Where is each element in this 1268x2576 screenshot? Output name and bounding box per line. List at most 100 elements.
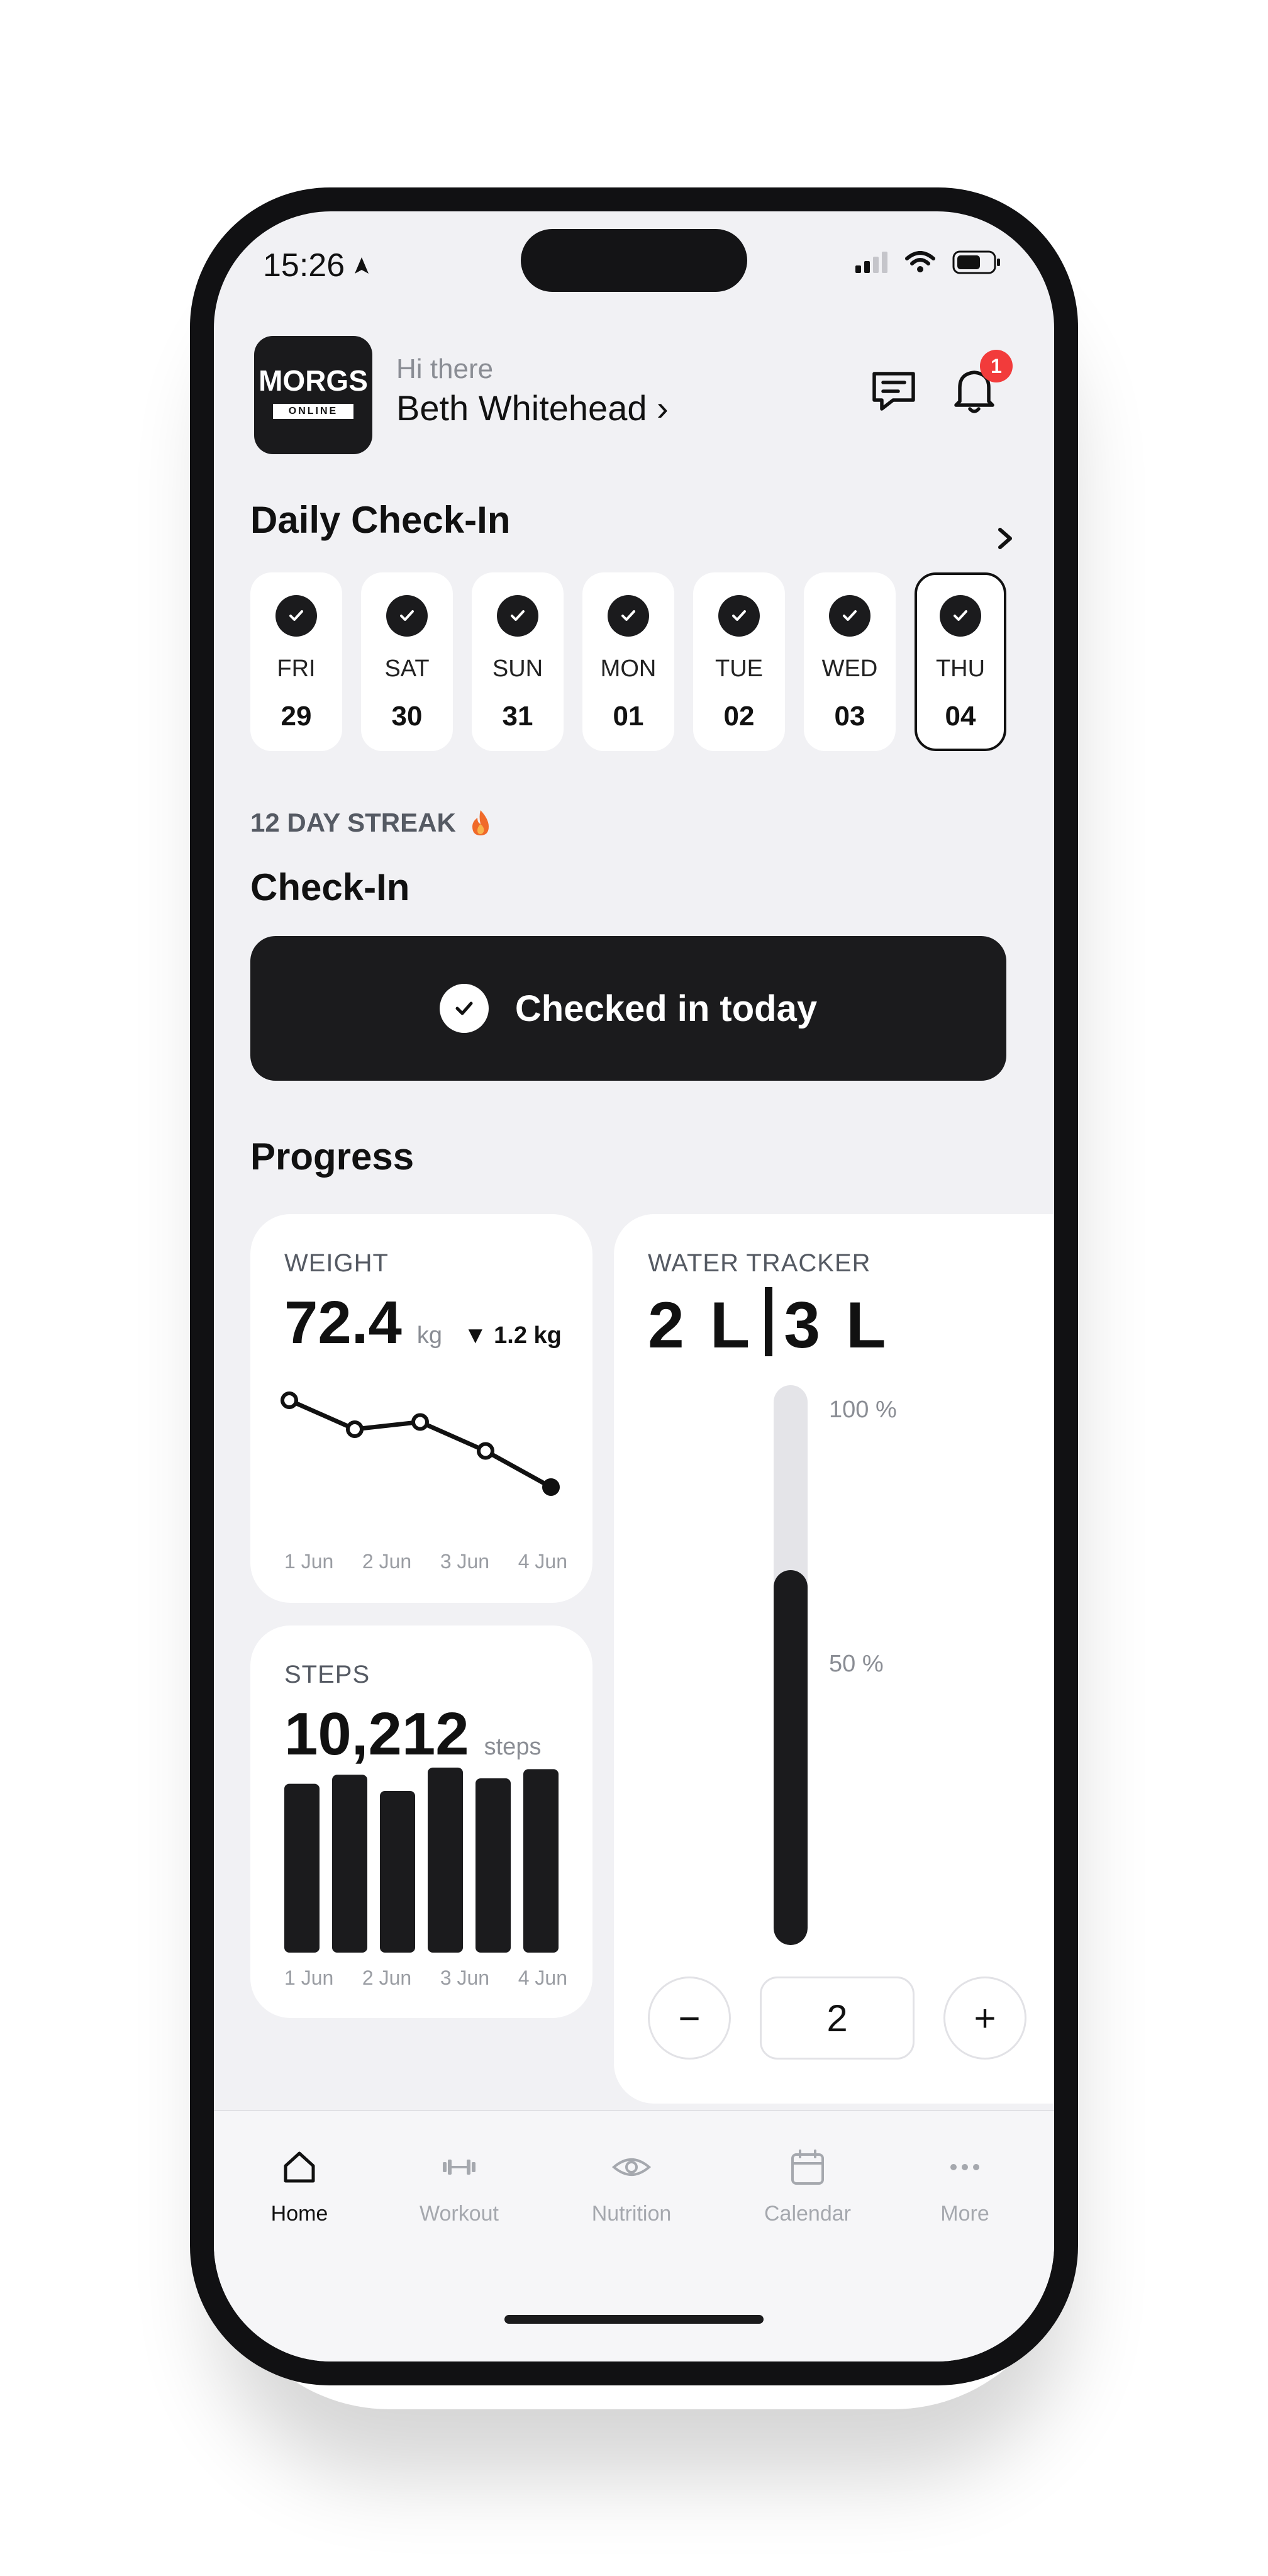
x-label: 1 Jun bbox=[284, 1550, 334, 1573]
tab-nutrition[interactable]: Nutrition bbox=[569, 2144, 694, 2226]
weight-card[interactable]: WEIGHT 72.4 kg ▼ 1.2 kg 1 Jun 2 Jun 3 Ju… bbox=[250, 1214, 592, 1603]
weight-x-axis: 1 Jun 2 Jun 3 Jun 4 Jun bbox=[284, 1550, 567, 1573]
water-decrement-button[interactable]: − bbox=[648, 1977, 731, 2060]
weight-value: 72.4 bbox=[284, 1289, 402, 1356]
day-number: 03 bbox=[834, 701, 865, 732]
tab-calendar[interactable]: Calendar bbox=[745, 2144, 870, 2226]
notification-badge: 1 bbox=[980, 350, 1013, 382]
x-label: 3 Jun bbox=[440, 1550, 490, 1573]
steps-bar bbox=[380, 1791, 415, 1953]
steps-value: 10,212 bbox=[284, 1700, 469, 1768]
check-icon bbox=[829, 595, 870, 637]
steps-value-row: 10,212 steps bbox=[284, 1700, 541, 1769]
day-strip: FRI 29 SAT 30 SUN 31 MON 01 TUE 02 WED 0… bbox=[250, 572, 1006, 751]
steps-x-axis: 1 Jun 2 Jun 3 Jun 4 Jun bbox=[284, 1966, 567, 1990]
water-divider bbox=[765, 1287, 773, 1356]
day-card-sat[interactable]: SAT 30 bbox=[361, 572, 453, 751]
x-label: 2 Jun bbox=[362, 1550, 412, 1573]
app-screen: 15:26 MORGS ONLINE Hi there Beth Whitehe… bbox=[214, 211, 1054, 2361]
tab-home[interactable]: Home bbox=[236, 2144, 362, 2226]
steps-bar bbox=[428, 1767, 463, 1953]
chevron-right-icon bbox=[998, 528, 1012, 549]
check-icon bbox=[275, 595, 317, 637]
tab-home-label: Home bbox=[270, 2202, 328, 2226]
dynamic-island bbox=[521, 229, 747, 292]
day-name: WED bbox=[821, 655, 878, 682]
cellular-signal-icon bbox=[855, 252, 887, 273]
pct-50-label: 50 % bbox=[829, 1651, 884, 1677]
check-icon bbox=[718, 595, 760, 637]
water-tracker-card: WATER TRACKER 2 L 3 L 100 % 50 % − 2 + bbox=[614, 1214, 1054, 2104]
steps-unit: steps bbox=[484, 1734, 542, 1760]
status-icons bbox=[855, 250, 1001, 274]
water-value: 2 L 3 L bbox=[648, 1287, 890, 1363]
phone-frame: 15:26 MORGS ONLINE Hi there Beth Whitehe… bbox=[190, 187, 1078, 2385]
water-progress-track bbox=[774, 1385, 808, 1945]
x-label: 4 Jun bbox=[518, 1966, 567, 1989]
home-indicator[interactable] bbox=[504, 2315, 764, 2324]
weight-unit: kg bbox=[416, 1322, 442, 1349]
steps-bar bbox=[523, 1769, 559, 1953]
day-card-mon[interactable]: MON 01 bbox=[582, 572, 674, 751]
day-name: SAT bbox=[384, 655, 430, 682]
water-increment-button[interactable]: + bbox=[943, 1977, 1026, 2060]
logo-brand-text: MORGS bbox=[259, 364, 368, 397]
tab-workout-label: Workout bbox=[420, 2202, 499, 2226]
dumbbell-icon bbox=[443, 2160, 476, 2175]
day-card-sun[interactable]: SUN 31 bbox=[472, 572, 564, 751]
battery-icon bbox=[952, 250, 1000, 274]
check-icon bbox=[940, 595, 981, 637]
water-stepper-value[interactable]: 2 bbox=[760, 1977, 915, 2060]
x-label: 2 Jun bbox=[362, 1966, 412, 1989]
daily-checkin-title: Daily Check-In bbox=[250, 499, 511, 541]
profile-link[interactable]: Beth Whitehead › bbox=[396, 388, 669, 428]
check-icon bbox=[608, 595, 649, 637]
status-time: 15:26 bbox=[263, 247, 370, 284]
steps-card[interactable]: STEPS 10,212 steps 1 Jun 2 Jun 3 Jun 4 J… bbox=[250, 1625, 592, 2018]
water-goal: 3 L bbox=[784, 1289, 890, 1362]
x-label: 1 Jun bbox=[284, 1966, 334, 1989]
wifi-icon bbox=[905, 251, 935, 272]
day-card-tue[interactable]: TUE 02 bbox=[693, 572, 785, 751]
day-number: 29 bbox=[281, 701, 312, 732]
home-icon bbox=[284, 2151, 315, 2183]
weight-value-row: 72.4 kg ▼ 1.2 kg bbox=[284, 1288, 562, 1358]
daily-checkin-chevron-button[interactable] bbox=[991, 520, 1019, 557]
tab-more[interactable]: More bbox=[902, 2144, 1028, 2226]
location-arrow-icon bbox=[355, 257, 369, 274]
steps-bar bbox=[476, 1778, 511, 1953]
flame-icon bbox=[472, 810, 489, 835]
app-logo[interactable]: MORGS ONLINE bbox=[254, 336, 372, 454]
x-label: 4 Jun bbox=[518, 1550, 567, 1573]
notifications-button[interactable]: 1 bbox=[946, 350, 1013, 419]
day-name: TUE bbox=[715, 655, 763, 682]
chat-icon bbox=[872, 372, 915, 411]
steps-bar bbox=[332, 1775, 367, 1953]
status-time-text: 15:26 bbox=[263, 247, 345, 284]
calendar-icon bbox=[791, 2149, 824, 2185]
day-card-wed[interactable]: WED 03 bbox=[804, 572, 896, 751]
checked-in-label: Checked in today bbox=[514, 988, 818, 1029]
day-number: 04 bbox=[945, 701, 976, 732]
tab-nutrition-label: Nutrition bbox=[591, 2202, 672, 2226]
weight-point bbox=[411, 1413, 429, 1431]
day-name: SUN bbox=[492, 655, 543, 682]
weight-change: ▼ 1.2 kg bbox=[463, 1322, 562, 1349]
steps-bar-chart bbox=[284, 1767, 559, 1953]
bottom-tab-bar: Home Workout Nutrition Calendar More bbox=[214, 2110, 1054, 2361]
day-name: FRI bbox=[277, 655, 316, 682]
weight-point bbox=[281, 1391, 298, 1409]
checked-in-button[interactable]: Checked in today bbox=[250, 936, 1006, 1081]
pct-100-label: 100 % bbox=[829, 1397, 897, 1423]
tab-more-label: More bbox=[940, 2202, 989, 2226]
day-card-thu-today[interactable]: THU 04 bbox=[915, 572, 1006, 751]
progress-title: Progress bbox=[250, 1135, 414, 1178]
steps-label: STEPS bbox=[284, 1661, 370, 1688]
day-name: THU bbox=[935, 655, 986, 682]
water-progress-fill bbox=[774, 1570, 808, 1945]
tab-calendar-label: Calendar bbox=[764, 2202, 851, 2226]
messages-button[interactable] bbox=[865, 362, 922, 419]
tab-workout[interactable]: Workout bbox=[396, 2144, 522, 2226]
eye-icon bbox=[611, 2158, 652, 2176]
day-card-fri[interactable]: FRI 29 bbox=[250, 572, 342, 751]
